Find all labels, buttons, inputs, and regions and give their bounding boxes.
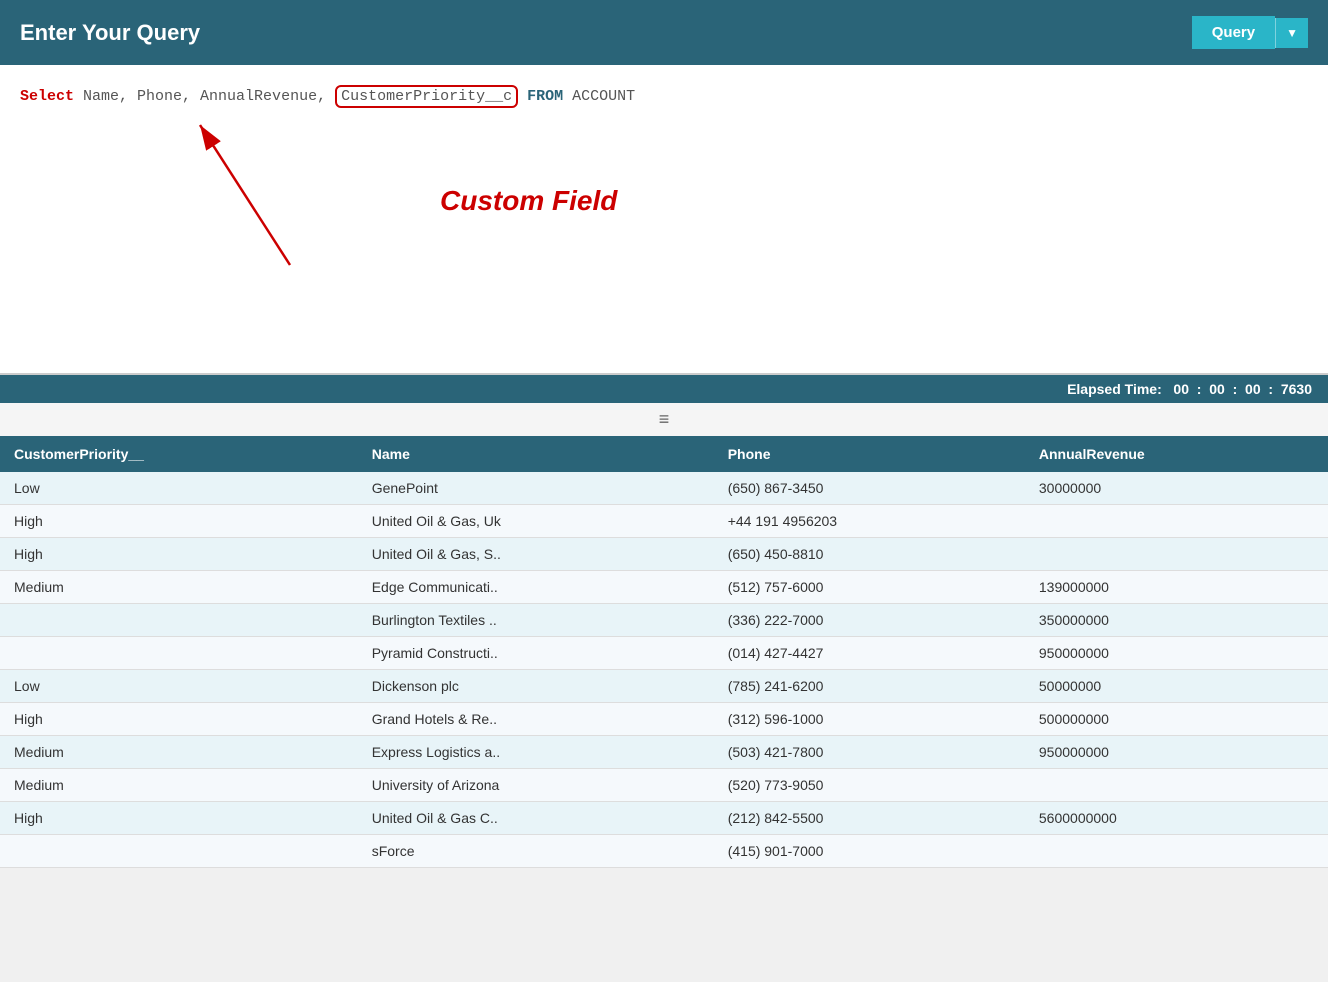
custom-field-code: CustomerPriority__c [335, 85, 518, 108]
cell-name: Burlington Textiles .. [358, 604, 714, 637]
elapsed-s: 00 [1245, 381, 1261, 397]
elapsed-ms: 7630 [1281, 381, 1312, 397]
cell-priority: High [0, 703, 358, 736]
cell-name: University of Arizona [358, 769, 714, 802]
cell-priority [0, 835, 358, 868]
drag-handle-icon: ≡ [659, 409, 670, 429]
elapsed-label: Elapsed Time: [1067, 381, 1162, 397]
cell-revenue [1025, 538, 1328, 571]
cell-name: sForce [358, 835, 714, 868]
cell-phone: (014) 427-4427 [714, 637, 1025, 670]
table-row: HighUnited Oil & Gas, Uk+44 191 4956203 [0, 505, 1328, 538]
table-row: MediumUniversity of Arizona(520) 773-905… [0, 769, 1328, 802]
fields-plain: Name, Phone, AnnualRevenue, [83, 88, 326, 105]
col-header-priority: CustomerPriority__ [0, 436, 358, 472]
drag-handle[interactable]: ≡ [0, 403, 1328, 436]
query-button-group: Query ▼ [1192, 16, 1308, 49]
cell-revenue: 950000000 [1025, 736, 1328, 769]
cell-name: United Oil & Gas, Uk [358, 505, 714, 538]
cell-phone: (212) 842-5500 [714, 802, 1025, 835]
table-row: Pyramid Constructi..(014) 427-4427950000… [0, 637, 1328, 670]
cell-revenue [1025, 835, 1328, 868]
cell-name: Grand Hotels & Re.. [358, 703, 714, 736]
table-row: sForce(415) 901-7000 [0, 835, 1328, 868]
elapsed-time-bar: Elapsed Time: 00 : 00 : 00 : 7630 [0, 375, 1328, 403]
cell-name: GenePoint [358, 472, 714, 505]
cell-phone: (512) 757-6000 [714, 571, 1025, 604]
table-row: MediumEdge Communicati..(512) 757-600013… [0, 571, 1328, 604]
cell-revenue: 5600000000 [1025, 802, 1328, 835]
cell-revenue: 350000000 [1025, 604, 1328, 637]
table-row: Burlington Textiles ..(336) 222-70003500… [0, 604, 1328, 637]
cell-revenue [1025, 769, 1328, 802]
cell-phone: (650) 450-8810 [714, 538, 1025, 571]
cell-priority: Low [0, 670, 358, 703]
results-table-container: CustomerPriority__ Name Phone AnnualReve… [0, 436, 1328, 868]
cell-revenue [1025, 505, 1328, 538]
cell-revenue: 50000000 [1025, 670, 1328, 703]
table-row: LowDickenson plc(785) 241-620050000000 [0, 670, 1328, 703]
select-keyword: Select [20, 88, 74, 105]
from-keyword: FROM [527, 88, 572, 105]
elapsed-sep2: : [1233, 381, 1238, 397]
table-header-row: CustomerPriority__ Name Phone AnnualReve… [0, 436, 1328, 472]
cell-revenue: 950000000 [1025, 637, 1328, 670]
col-header-revenue: AnnualRevenue [1025, 436, 1328, 472]
elapsed-h: 00 [1173, 381, 1189, 397]
cell-phone: (503) 421-7800 [714, 736, 1025, 769]
table-row: MediumExpress Logistics a..(503) 421-780… [0, 736, 1328, 769]
results-table: CustomerPriority__ Name Phone AnnualReve… [0, 436, 1328, 868]
cell-priority: High [0, 538, 358, 571]
cell-phone: (650) 867-3450 [714, 472, 1025, 505]
cell-phone: (336) 222-7000 [714, 604, 1025, 637]
query-code-line: Select Name, Phone, AnnualRevenue, Custo… [20, 85, 1308, 109]
page-title: Enter Your Query [20, 20, 200, 46]
cell-revenue: 30000000 [1025, 472, 1328, 505]
query-editor[interactable]: Select Name, Phone, AnnualRevenue, Custo… [0, 65, 1328, 375]
cell-phone: +44 191 4956203 [714, 505, 1025, 538]
cell-phone: (415) 901-7000 [714, 835, 1025, 868]
col-header-phone: Phone [714, 436, 1025, 472]
cell-name: Edge Communicati.. [358, 571, 714, 604]
cell-revenue: 139000000 [1025, 571, 1328, 604]
page-header: Enter Your Query Query ▼ [0, 0, 1328, 65]
cell-priority [0, 604, 358, 637]
col-header-name: Name [358, 436, 714, 472]
custom-field-label: Custom Field [440, 185, 617, 216]
cell-priority: High [0, 505, 358, 538]
query-dropdown-button[interactable]: ▼ [1275, 18, 1308, 48]
query-button[interactable]: Query [1192, 16, 1275, 49]
cell-phone: (312) 596-1000 [714, 703, 1025, 736]
elapsed-sep1: : [1197, 381, 1202, 397]
cell-phone: (520) 773-9050 [714, 769, 1025, 802]
cell-revenue: 500000000 [1025, 703, 1328, 736]
elapsed-m: 00 [1209, 381, 1225, 397]
cell-priority: High [0, 802, 358, 835]
cell-priority: Medium [0, 769, 358, 802]
object-name: ACCOUNT [572, 88, 635, 105]
cell-priority: Medium [0, 571, 358, 604]
table-row: LowGenePoint(650) 867-345030000000 [0, 472, 1328, 505]
cell-name: United Oil & Gas C.. [358, 802, 714, 835]
table-row: HighUnited Oil & Gas, S..(650) 450-8810 [0, 538, 1328, 571]
cell-priority [0, 637, 358, 670]
cell-priority: Low [0, 472, 358, 505]
table-row: HighGrand Hotels & Re..(312) 596-1000500… [0, 703, 1328, 736]
cell-priority: Medium [0, 736, 358, 769]
cell-name: Dickenson plc [358, 670, 714, 703]
elapsed-sep3: : [1268, 381, 1273, 397]
cell-name: Express Logistics a.. [358, 736, 714, 769]
cell-name: United Oil & Gas, S.. [358, 538, 714, 571]
table-row: HighUnited Oil & Gas C..(212) 842-550056… [0, 802, 1328, 835]
custom-field-annotation: Custom Field [380, 185, 617, 217]
cell-name: Pyramid Constructi.. [358, 637, 714, 670]
cell-phone: (785) 241-6200 [714, 670, 1025, 703]
